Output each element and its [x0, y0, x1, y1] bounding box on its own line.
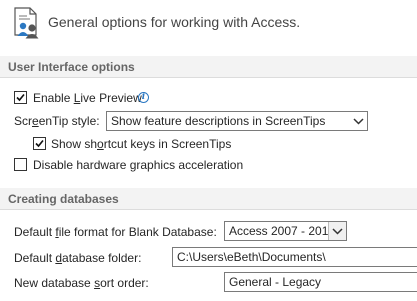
- section-title: Creating databases: [8, 192, 119, 206]
- sort-order-label: New database sort order:: [14, 276, 149, 290]
- enable-live-preview-label[interactable]: Enable Live Preview: [33, 91, 142, 105]
- database-folder-input[interactable]: C:\Users\eBeth\Documents\: [172, 247, 417, 267]
- section-title: User Interface options: [8, 60, 135, 74]
- general-options-icon: [12, 7, 42, 39]
- default-file-format-label: Default file format for Blank Database:: [14, 225, 217, 239]
- chevron-down-icon[interactable]: [349, 112, 367, 130]
- show-shortcut-keys-label[interactable]: Show shortcut keys in ScreenTips: [51, 137, 231, 151]
- enable-live-preview-checkbox[interactable]: [14, 91, 27, 104]
- show-shortcut-keys-checkbox[interactable]: [33, 137, 46, 150]
- screentip-style-label: ScreenTip style:: [14, 114, 100, 128]
- file-format-dropdown[interactable]: Access 2007 - 2013: [224, 221, 347, 241]
- disable-hw-accel-label[interactable]: Disable hardware graphics acceleration: [33, 158, 243, 172]
- disable-hw-accel-checkbox[interactable]: [14, 158, 27, 171]
- sort-order-dropdown[interactable]: General - Legacy: [224, 272, 417, 292]
- screentip-style-dropdown[interactable]: Show feature descriptions in ScreenTips: [106, 111, 368, 131]
- default-database-folder-label: Default database folder:: [14, 251, 142, 265]
- database-folder-value: C:\Users\eBeth\Documents\: [177, 250, 326, 264]
- section-header-user-interface: User Interface options: [0, 56, 417, 78]
- sort-order-value: General - Legacy: [229, 275, 322, 289]
- screentip-style-value: Show feature descriptions in ScreenTips: [111, 114, 326, 128]
- file-format-value: Access 2007 - 2013: [229, 224, 336, 238]
- section-header-creating-databases: Creating databases: [0, 188, 417, 210]
- chevron-down-icon[interactable]: [328, 222, 346, 240]
- page-title: General options for working with Access.: [48, 14, 301, 30]
- info-icon[interactable]: i: [138, 92, 149, 103]
